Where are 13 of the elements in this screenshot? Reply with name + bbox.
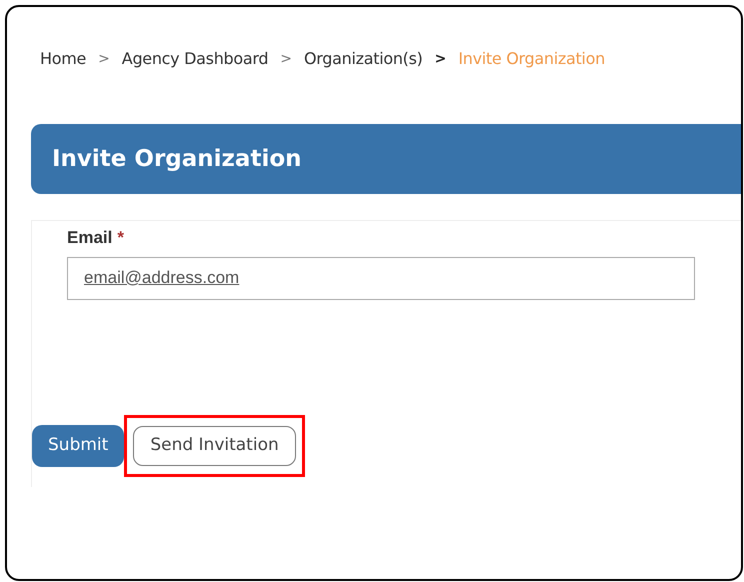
breadcrumb-separator: > bbox=[434, 50, 446, 68]
breadcrumb-current: Invite Organization bbox=[458, 48, 605, 70]
send-invitation-button[interactable]: Send Invitation bbox=[133, 426, 296, 466]
email-field[interactable]: email@address.com bbox=[67, 256, 695, 300]
breadcrumb-link[interactable]: Agency Dashboard bbox=[122, 47, 268, 71]
breadcrumb-separator: > bbox=[280, 50, 292, 68]
breadcrumb-separator: > bbox=[98, 50, 110, 68]
required-mark: * bbox=[117, 227, 124, 249]
breadcrumb-link[interactable]: Organization(s) bbox=[304, 47, 423, 71]
header-bar: Invite Organization bbox=[31, 124, 741, 194]
submit-button[interactable]: Submit bbox=[32, 424, 124, 466]
field-label: Email bbox=[67, 227, 112, 249]
breadcrumb-link[interactable]: Home bbox=[40, 47, 86, 71]
